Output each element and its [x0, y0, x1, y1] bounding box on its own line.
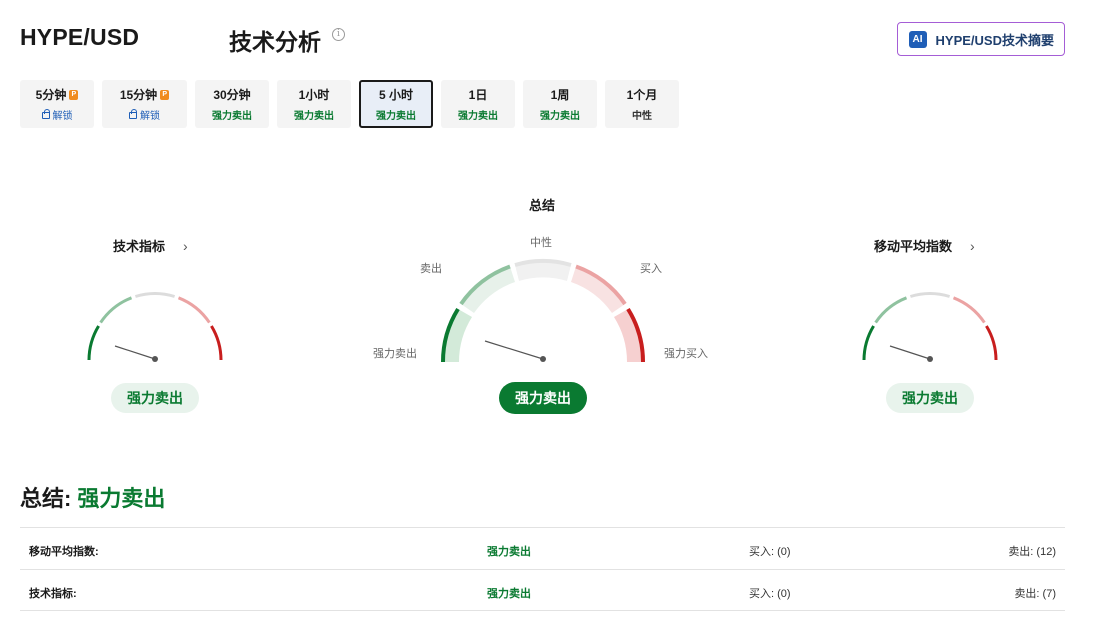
gauge-segment-neutral — [909, 292, 951, 298]
summary-heading: 总结: 强力卖出 — [20, 481, 165, 513]
moving-avg-gauge — [862, 292, 998, 362]
section-title: 技术分析 — [229, 29, 321, 55]
gauge-pivot — [927, 356, 933, 362]
tab-1day[interactable]: 1日 强力卖出 — [441, 80, 515, 128]
gauge-segment-strong-buy — [210, 325, 223, 361]
gauge-segment-sell — [99, 296, 133, 324]
tab-status: 强力卖出 — [376, 111, 416, 122]
timeframe-tabs: 5分钟 P 解锁 15分钟 P 解锁 30分钟 强力卖出 1小时 强力卖出 5 小时… — [20, 80, 679, 128]
gauge-pivot — [540, 356, 546, 362]
tab-status: 强力卖出 — [458, 111, 498, 122]
gauge-segment-buy — [952, 296, 986, 324]
lock-icon — [129, 109, 137, 119]
pro-icon: P — [160, 89, 170, 100]
gauge-label-strong-sell: 强力卖出 — [373, 348, 417, 360]
row-buy-count: 买入: (0) — [749, 546, 791, 558]
gauge-segment-strong-buy — [985, 325, 998, 361]
tab-label: 1周 — [550, 88, 570, 102]
tab-1month[interactable]: 1个月 中性 — [605, 80, 679, 128]
tab-label: 5 小时 — [378, 88, 413, 102]
gauge-label-strong-buy: 强力买入 — [664, 348, 708, 360]
ai-icon: AI — [908, 30, 927, 48]
tab-label: 1小时 — [298, 88, 330, 102]
summary-gauge-label: 总结 — [529, 198, 556, 213]
tab-label: 1个月 — [626, 88, 658, 102]
summary-gauge-title: 总结 — [529, 195, 555, 214]
row-buy-count: 买入: (0) — [749, 588, 791, 600]
summary-heading-label: 总结: — [20, 486, 72, 511]
technical-gauge-label: 技术指标 — [113, 239, 166, 254]
gauge-needle — [114, 345, 156, 360]
tab-5hour[interactable]: 5 小时 强力卖出 — [359, 80, 433, 128]
row-sell-count: 卖出: (7) — [1014, 588, 1056, 600]
summary-gauge — [440, 259, 646, 363]
gauge-segment-strong-sell — [87, 325, 100, 361]
row-name: 移动平均指数: — [29, 546, 99, 558]
info-icon[interactable]: i — [332, 28, 345, 41]
technical-gauge — [87, 292, 223, 362]
tab-label: 5分钟 — [35, 88, 67, 102]
summary-gauge-result: 强力卖出 — [499, 382, 587, 414]
tab-5min[interactable]: 5分钟 P 解锁 — [20, 80, 94, 128]
tab-status: 强力卖出 — [294, 111, 334, 122]
tab-status: 解锁 — [52, 111, 73, 122]
chevron-right-icon: › — [183, 237, 188, 254]
gauge-needle — [484, 340, 544, 360]
chevron-right-icon: › — [970, 237, 975, 254]
ai-summary-button[interactable]: AI HYPE/USD技术摘要 — [896, 22, 1065, 56]
tab-15min[interactable]: 15分钟 P 解锁 — [102, 80, 187, 128]
page-header: HYPE/USD 技术分析 i AI HYPE/USD技术摘要 — [20, 22, 1065, 58]
tab-label: 30分钟 — [213, 88, 251, 102]
instrument-title: HYPE/USD — [20, 24, 140, 50]
summary-table: 移动平均指数: 强力卖出 买入: (0) 卖出: (12) 技术指标: 强力卖出… — [20, 527, 1065, 611]
summary-heading-value: 强力卖出 — [77, 486, 166, 511]
tab-label: 15分钟 — [119, 88, 158, 102]
pro-icon: P — [69, 89, 79, 100]
technical-gauge-result: 强力卖出 — [111, 383, 199, 413]
moving-avg-gauge-label: 移动平均指数 — [874, 239, 953, 254]
tab-1week[interactable]: 1周 强力卖出 — [523, 80, 597, 128]
tab-1hour[interactable]: 1小时 强力卖出 — [277, 80, 351, 128]
tab-status: 强力卖出 — [540, 111, 580, 122]
gauge-segment-buy — [177, 296, 211, 324]
moving-avg-gauge-title[interactable]: 移动平均指数 › — [874, 236, 975, 255]
ai-summary-label: HYPE/USD技术摘要 — [935, 32, 1054, 48]
tab-30min[interactable]: 30分钟 强力卖出 — [195, 80, 269, 128]
tab-status: 中性 — [632, 111, 652, 122]
row-sell-count: 卖出: (12) — [1008, 546, 1056, 558]
tab-status: 解锁 — [140, 111, 160, 122]
table-row: 移动平均指数: 强力卖出 买入: (0) 卖出: (12) — [20, 527, 1065, 569]
row-name: 技术指标: — [29, 588, 77, 600]
technical-gauge-title[interactable]: 技术指标 › — [113, 236, 188, 255]
moving-avg-gauge-result: 强力卖出 — [886, 383, 974, 413]
gauge-segment-strong-sell — [862, 325, 875, 361]
gauge-needle — [889, 345, 931, 360]
gauge-label-neutral: 中性 — [530, 237, 552, 249]
row-signal: 强力卖出 — [487, 546, 531, 558]
tab-label: 1日 — [468, 88, 488, 102]
table-row: 技术指标: 强力卖出 买入: (0) 卖出: (7) — [20, 569, 1065, 611]
gauge-segment-sell — [874, 296, 908, 324]
lock-icon — [41, 109, 50, 119]
gauge-segment-neutral — [134, 292, 176, 298]
row-signal: 强力卖出 — [487, 588, 531, 600]
tab-status: 强力卖出 — [212, 111, 252, 122]
gauge-pivot — [152, 356, 158, 362]
